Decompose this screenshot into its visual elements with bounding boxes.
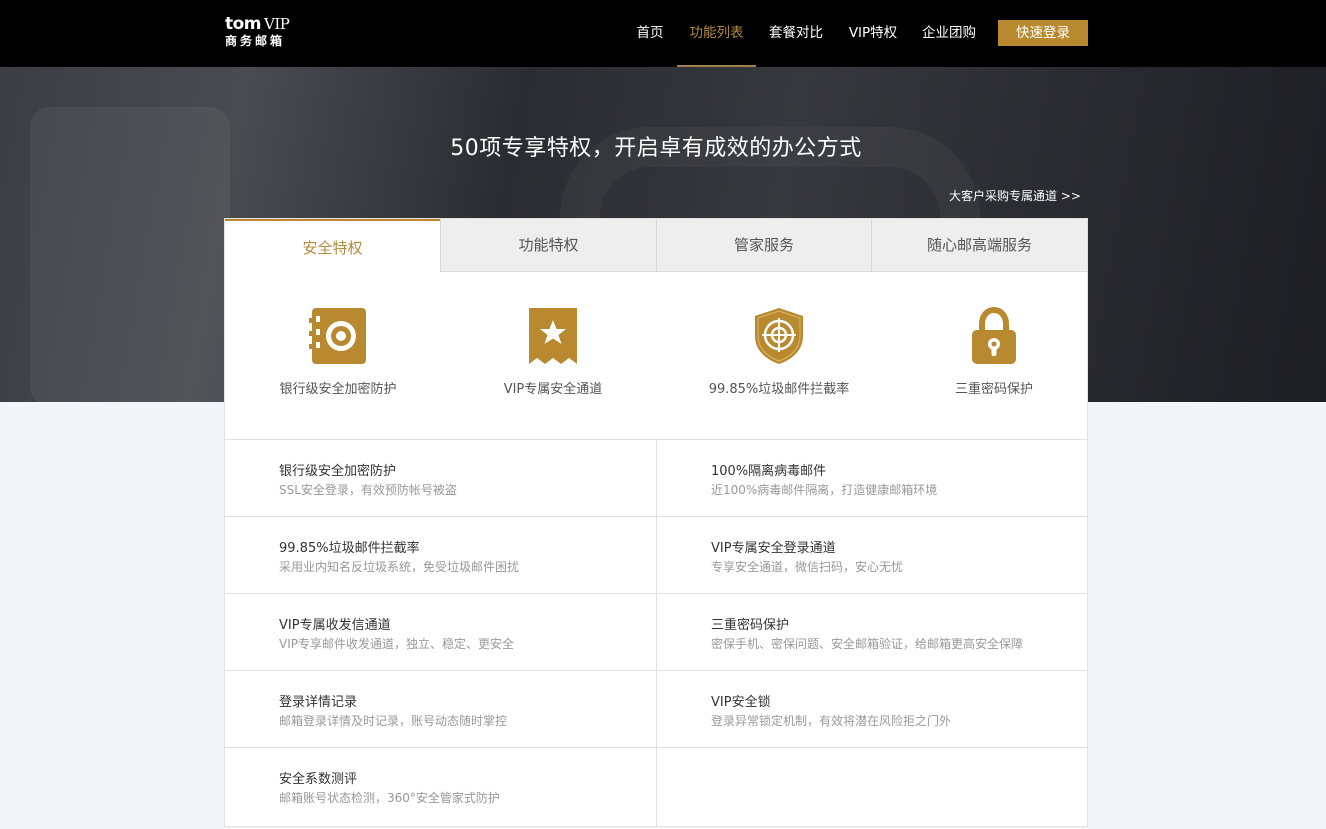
tab-premium-service[interactable]: 随心邮高端服务 [871, 219, 1087, 272]
list-item: 99.85%垃圾邮件拦截率 采用业内知名反垃圾系统，免受垃圾邮件困扰 [225, 516, 656, 594]
detail-grid: 银行级安全加密防护 SSL安全登录，有效预防帐号被盗 100%隔离病毒邮件 近1… [225, 439, 1087, 827]
item-desc: VIP专享邮件收发通道，独立、稳定、更安全 [279, 637, 514, 651]
tab-butler-service[interactable]: 管家服务 [656, 219, 871, 272]
item-title: VIP专属收发信通道 [279, 618, 391, 633]
list-item: VIP专属安全登录通道 专享安全通道，微信扫码，安心无忧 [656, 516, 1087, 594]
list-item: VIP安全锁 登录异常锁定机制，有效将潜在风险拒之门外 [656, 670, 1087, 748]
shield-target-icon [755, 308, 803, 364]
item-title: 100%隔离病毒邮件 [711, 464, 827, 479]
privilege-card: 安全特权 功能特权 管家服务 随心邮高端服务 银行级安全加密防护 VIP专属安全… [224, 218, 1088, 827]
logo-brand: tom [225, 14, 262, 34]
logo-subtitle: 商务邮箱 [225, 34, 286, 48]
item-desc: 邮箱登录详情及时记录，账号动态随时掌控 [279, 714, 508, 728]
quick-login-button[interactable]: 快速登录 [998, 20, 1088, 46]
list-item: VIP专属收发信通道 VIP专享邮件收发通道，独立、稳定、更安全 [225, 593, 656, 671]
item-desc: 密保手机、密保问题、安全邮箱验证，给邮箱更高安全保障 [711, 637, 1024, 651]
item-desc: 登录异常锁定机制，有效将潜在风险拒之门外 [711, 714, 952, 728]
item-desc: 近100%病毒邮件隔离，打造健康邮箱环境 [711, 483, 938, 497]
logo[interactable]: tom VIP 商务邮箱 [225, 14, 290, 49]
item-title: VIP安全锁 [711, 695, 771, 710]
empty-cell [656, 747, 1087, 827]
item-title: 安全系数测评 [279, 772, 358, 787]
list-item: 100%隔离病毒邮件 近100%病毒邮件隔离，打造健康邮箱环境 [656, 439, 1087, 517]
logo-vip: VIP [264, 15, 290, 33]
feature-label: 99.85%垃圾邮件拦截率 [708, 382, 850, 397]
nav-home[interactable]: 首页 [627, 0, 673, 67]
list-item: 银行级安全加密防护 SSL安全登录，有效预防帐号被盗 [225, 439, 656, 517]
feature-item: 三重密码保护 [884, 306, 1104, 397]
feature-icons: 银行级安全加密防护 VIP专属安全通道 99.85%垃圾邮件拦截率 三重密码保护 [225, 272, 1087, 439]
feature-label: VIP专属安全通道 [503, 382, 603, 397]
nav-feature-list[interactable]: 功能列表 [677, 0, 756, 67]
item-desc: 专享安全通道，微信扫码，安心无忧 [711, 560, 904, 574]
enterprise-purchase-link[interactable]: 大客户采购专属通道 >> [949, 187, 1081, 204]
feature-label: 三重密码保护 [954, 382, 1033, 397]
nav-group-buy[interactable]: 企业团购 [916, 0, 982, 67]
item-desc: 采用业内知名反垃圾系统，免受垃圾邮件困扰 [279, 560, 520, 574]
feature-item: 99.85%垃圾邮件拦截率 [669, 306, 889, 397]
tab-features[interactable]: 功能特权 [440, 219, 656, 272]
lock-icon [972, 306, 1016, 364]
star-badge-icon [529, 308, 577, 364]
banner-title: 50项专享特权，开启卓有成效的办公方式 [450, 136, 862, 161]
item-title: 99.85%垃圾邮件拦截率 [279, 541, 420, 556]
item-desc: SSL安全登录，有效预防帐号被盗 [279, 483, 457, 497]
list-item: 安全系数测评 邮箱账号状态检测，360°安全管家式防护 [225, 747, 656, 827]
feature-label: 银行级安全加密防护 [279, 382, 397, 397]
tab-security[interactable]: 安全特权 [225, 219, 440, 272]
list-item: 登录详情记录 邮箱登录详情及时记录，账号动态随时掌控 [225, 670, 656, 748]
top-navbar: tom VIP 商务邮箱 首页 功能列表 套餐对比 VIP特权 企业团购 快速登录 [0, 0, 1326, 67]
item-title: 银行级安全加密防护 [279, 464, 397, 479]
item-title: 三重密码保护 [711, 618, 790, 633]
feature-item: 银行级安全加密防护 [228, 306, 448, 397]
privilege-tabs: 安全特权 功能特权 管家服务 随心邮高端服务 [225, 219, 1087, 272]
item-desc: 邮箱账号状态检测，360°安全管家式防护 [279, 791, 500, 805]
safe-icon [309, 308, 366, 364]
item-title: VIP专属安全登录通道 [711, 541, 836, 556]
item-title: 登录详情记录 [279, 695, 358, 710]
nav-plan-compare[interactable]: 套餐对比 [762, 0, 830, 67]
list-item: 三重密码保护 密保手机、密保问题、安全邮箱验证，给邮箱更高安全保障 [656, 593, 1087, 671]
nav-vip-privilege[interactable]: VIP特权 [842, 0, 904, 67]
feature-item: VIP专属安全通道 [443, 306, 663, 397]
